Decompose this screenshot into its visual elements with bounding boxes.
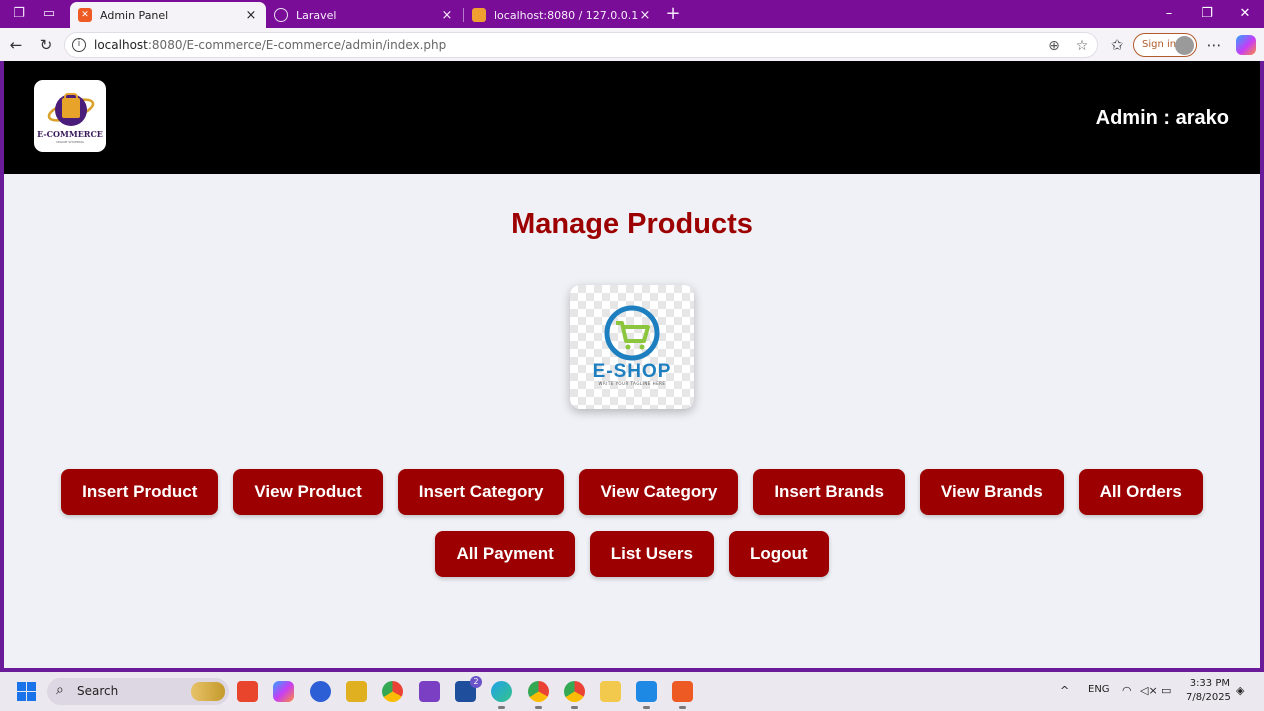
ecommerce-logo[interactable]: E-COMMERCE ONLINE SHOPPING (34, 80, 106, 152)
tab-laravel[interactable]: Laravel × (266, 2, 462, 28)
chrome-icon[interactable] (382, 681, 403, 702)
windows-start-icon[interactable] (17, 682, 36, 701)
new-tab-icon[interactable]: + (664, 5, 682, 23)
close-tab-icon[interactable]: × (638, 8, 652, 23)
tray-overflow-icon[interactable]: ^ (1060, 684, 1069, 697)
svg-text:ONLINE SHOPPING: ONLINE SHOPPING (56, 140, 85, 144)
page-viewport: E-COMMERCE ONLINE SHOPPING Admin : arako… (4, 61, 1260, 668)
workspaces-icon[interactable]: ❐ (10, 5, 28, 23)
restore-icon[interactable]: ❐ (1192, 4, 1222, 24)
more-options-icon[interactable]: ⋯ (1203, 34, 1225, 56)
lens-app-icon[interactable]: 2 (455, 676, 482, 702)
view-product-button[interactable]: View Product (233, 469, 383, 515)
taskbar-search[interactable]: ⌕ Search (47, 678, 229, 705)
xampp-icon[interactable] (672, 681, 693, 709)
phpmyadmin-favicon-icon (472, 8, 486, 22)
anydesk-icon[interactable] (237, 681, 258, 702)
chrome-profile-2-icon[interactable] (564, 681, 585, 709)
favorites-icon[interactable]: ✩ (1106, 34, 1128, 56)
globe-icon (274, 8, 288, 22)
logout-button[interactable]: Logout (728, 531, 829, 577)
battery-icon[interactable]: ▭ (1161, 684, 1171, 697)
tab-title: Admin Panel (100, 8, 169, 22)
edge-icon[interactable] (491, 681, 512, 709)
close-tab-icon[interactable]: × (440, 8, 454, 23)
tab-title: Laravel (296, 8, 337, 22)
notification-badge: 2 (470, 676, 482, 688)
address-bar[interactable]: i localhost:8080/E-commerce/E-commerce/a… (64, 32, 1098, 58)
admin-nav-row-1: Insert Product View Product Insert Categ… (4, 469, 1260, 515)
search-highlight-icon (191, 682, 225, 701)
search-label: Search (77, 684, 119, 698)
tab-title: localhost:8080 / 127.0.0.1 / ecom (494, 8, 638, 22)
sign-in-button[interactable]: Sign in (1133, 33, 1197, 57)
zoom-icon[interactable]: ⊕ (1045, 37, 1063, 55)
clock[interactable]: 3:33 PM 7/8/2025 (1186, 677, 1231, 705)
eshop-tagline: WRITE YOUR TAGLINE HERE (598, 381, 666, 386)
tab-admin-panel[interactable]: ✕ Admin Panel × (70, 2, 266, 28)
zoom-app-icon[interactable] (310, 681, 331, 702)
tab-phpmyadmin[interactable]: localhost:8080 / 127.0.0.1 / ecom × (464, 2, 660, 28)
url-path: :8080/E-commerce/E-commerce/admin/index.… (147, 38, 447, 52)
xampp-favicon-icon: ✕ (78, 8, 92, 22)
refresh-icon[interactable]: ↻ (35, 34, 57, 56)
wifi-icon[interactable]: ◠ (1122, 684, 1132, 697)
avatar (1175, 36, 1194, 55)
minimize-icon[interactable]: – (1154, 4, 1184, 24)
eshop-logo-image: E-SHOP WRITE YOUR TAGLINE HERE (570, 285, 694, 409)
view-brands-button[interactable]: View Brands (919, 469, 1064, 515)
notifications-icon[interactable]: ◈ (1236, 684, 1244, 697)
all-orders-button[interactable]: All Orders (1078, 469, 1203, 515)
visual-studio-icon[interactable] (419, 681, 440, 702)
close-window-icon[interactable]: ✕ (1230, 4, 1260, 24)
eshop-brand-text: E-SHOP (592, 361, 672, 382)
snipping-tool-icon[interactable] (346, 681, 367, 702)
clock-date: 7/8/2025 (1186, 692, 1231, 703)
site-header: E-COMMERCE ONLINE SHOPPING Admin : arako (4, 61, 1260, 174)
insert-product-button[interactable]: Insert Product (61, 469, 219, 515)
url-text[interactable]: localhost:8080/E-commerce/E-commerce/adm… (94, 38, 446, 52)
site-info-icon[interactable]: i (72, 38, 86, 52)
all-payment-button[interactable]: All Payment (435, 531, 575, 577)
favorite-star-icon[interactable]: ☆ (1073, 37, 1091, 55)
clock-time: 3:33 PM (1189, 678, 1230, 689)
list-users-button[interactable]: List Users (589, 531, 714, 577)
volume-muted-icon[interactable]: ◁× (1140, 684, 1158, 697)
browser-toolbar: ← ↻ i localhost:8080/E-commerce/E-commer… (0, 28, 1264, 61)
chrome-profile-icon[interactable] (528, 681, 549, 709)
copilot-app-icon[interactable] (273, 681, 294, 702)
taskbar: ⌕ Search 2 ^ ENG ◠ ◁× ▭ 3:33 PM 7/8/2025… (0, 672, 1264, 711)
browser-tabstrip: ❐ ▭ ✕ Admin Panel × Laravel × localhost:… (0, 0, 1264, 28)
file-explorer-icon[interactable] (600, 681, 621, 702)
back-arrow-icon[interactable]: ← (5, 34, 27, 56)
insert-brands-button[interactable]: Insert Brands (753, 469, 905, 515)
insert-category-button[interactable]: Insert Category (397, 469, 565, 515)
sign-in-label: Sign in (1142, 39, 1177, 50)
language-indicator[interactable]: ENG (1088, 684, 1110, 695)
view-category-button[interactable]: View Category (579, 469, 739, 515)
tab-actions-icon[interactable]: ▭ (40, 5, 58, 23)
url-host: localhost (94, 38, 148, 52)
close-tab-icon[interactable]: × (244, 8, 258, 23)
search-icon: ⌕ (56, 682, 64, 698)
copilot-icon[interactable] (1236, 35, 1256, 55)
svg-text:E-COMMERCE: E-COMMERCE (37, 129, 103, 139)
admin-user-label: Admin : arako (1095, 107, 1229, 129)
vscode-icon[interactable] (636, 681, 657, 709)
admin-nav-row-2: All Payment List Users Logout (4, 531, 1260, 577)
page-title: Manage Products (511, 208, 753, 240)
